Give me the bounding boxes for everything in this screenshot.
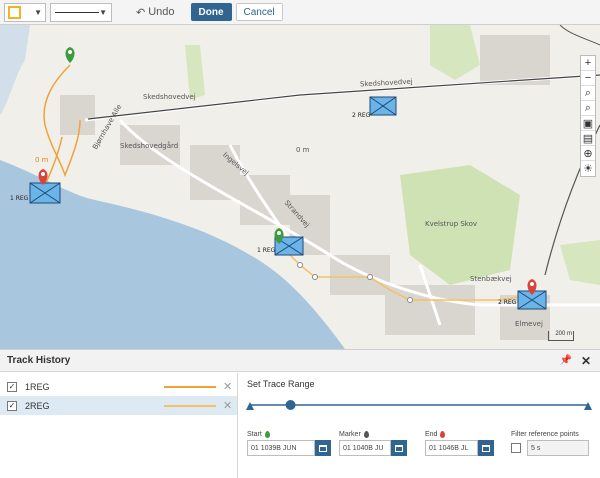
pin-icon[interactable]: 📌 [560, 355, 572, 366]
track-row[interactable]: ✓ 1REG ✕ [0, 377, 237, 396]
close-icon[interactable]: ✕ [581, 354, 591, 368]
drawing-toolbar: ▼ ▼ ↶ Undo Done Cancel [0, 0, 600, 25]
unit-symbol-2reg-top [369, 96, 397, 116]
range-end-handle [584, 402, 592, 410]
distance-label: 0 m [35, 156, 49, 164]
calendar-icon[interactable] [391, 440, 407, 456]
track-row[interactable]: ✓ 2REG ✕ [0, 396, 237, 415]
filter-field-group: Filter reference points 5 s [511, 430, 589, 456]
start-pin-icon [264, 430, 270, 438]
place-label: Skedshovedgård [120, 142, 179, 150]
color-selector[interactable]: ▼ [4, 2, 46, 22]
road-label: Skedshovedvej [143, 93, 196, 101]
filter-interval-input[interactable]: 5 s [527, 440, 589, 456]
undo-label: Undo [148, 6, 175, 18]
end-time-input[interactable]: 01 1046B JL [425, 440, 478, 456]
chevron-down-icon: ▼ [99, 7, 107, 17]
track-checkbox[interactable]: ✓ [7, 400, 17, 411]
track-color-line [164, 404, 216, 407]
rail-line-2 [559, 25, 600, 46]
panel-title: Track History [7, 355, 71, 366]
unit-label: 2 REG [352, 112, 371, 119]
range-start-handle [246, 402, 254, 410]
elevation-label: 0 m [296, 146, 310, 154]
road-label: Stenbækvej [470, 275, 512, 283]
undo-button[interactable]: ↶ Undo [132, 6, 179, 19]
track-checkbox[interactable]: ✓ [7, 381, 17, 392]
remove-track-icon[interactable]: ✕ [223, 380, 232, 393]
sea-area-top [0, 25, 30, 115]
undo-icon: ↶ [136, 6, 146, 19]
fit-view-icon[interactable]: ▣ [581, 116, 595, 131]
forest-area [185, 45, 205, 100]
track-name: 1REG [25, 381, 50, 392]
start-label: Start [247, 430, 262, 438]
zoom-area-icon[interactable]: ⌕ [581, 86, 595, 101]
line-sample [55, 11, 99, 13]
calendar-icon[interactable] [315, 440, 331, 456]
marker-label: Marker [339, 430, 361, 438]
done-button[interactable]: Done [190, 3, 232, 21]
brightness-icon[interactable]: ☀ [581, 161, 595, 176]
road-label: Elmevej [515, 320, 543, 328]
forest-area [560, 240, 600, 285]
zoom-out-icon[interactable]: − [581, 71, 595, 86]
end-label: End [425, 430, 438, 438]
filter-label: Filter reference points [511, 430, 579, 438]
scale-bar: 200 m [548, 331, 574, 341]
chevron-down-icon: ▼ [34, 7, 42, 17]
end-pin-icon [440, 430, 446, 438]
start-pin-icon [65, 47, 75, 63]
place-label: Kvelstrup Skov [425, 220, 478, 228]
calendar-icon[interactable] [478, 440, 494, 456]
remove-track-icon[interactable]: ✕ [223, 399, 232, 412]
track-history-panel: Track History 📌 ✕ ✓ 1REG ✕ ✓ 2REG ✕ Set … [0, 349, 600, 478]
zoom-out-area-icon[interactable]: ⌕ [581, 101, 595, 116]
unit-symbol-1reg [29, 182, 61, 204]
zoom-in-icon[interactable]: + [581, 56, 595, 71]
trace-range-section: Set Trace Range Start 01 1039B JUN Marke… [239, 373, 600, 478]
track-list: ✓ 1REG ✕ ✓ 2REG ✕ [0, 373, 238, 478]
unit-label: 2 REG [498, 299, 517, 306]
track-name: 2REG [25, 400, 50, 411]
end-field-group: End 01 1046B JL [425, 430, 494, 456]
start-time-input[interactable]: 01 1039B JUN [247, 440, 315, 456]
line-style-selector[interactable]: ▼ [50, 2, 112, 22]
map-view[interactable]: Skedshovedvej Skedshovedvej Skedshovedgå… [0, 25, 600, 349]
filter-checkbox[interactable] [511, 443, 521, 453]
range-marker-handle [285, 400, 296, 410]
globe-icon[interactable]: ⊕ [581, 146, 595, 161]
unit-label: 1 REG [257, 247, 276, 254]
marker-time-input[interactable]: 01 1040B JU [339, 440, 391, 456]
marker-pin-icon [363, 430, 369, 438]
trace-range-slider[interactable] [246, 399, 592, 411]
start-field-group: Start 01 1039B JUN [247, 430, 331, 456]
marker-field-group: Marker 01 1040B JU [339, 430, 407, 456]
forest-area [430, 25, 480, 80]
panel-header: Track History 📌 ✕ [0, 350, 600, 372]
layers-icon[interactable]: ▤ [581, 131, 595, 146]
cancel-button[interactable]: Cancel [235, 3, 283, 21]
track-color-line [164, 385, 216, 388]
trace-range-title: Set Trace Range [247, 379, 315, 389]
color-swatch [8, 5, 21, 19]
map-controls: + − ⌕ ⌕ ▣ ▤ ⊕ ☀ [580, 55, 596, 177]
unit-label: 1 REG [10, 195, 29, 202]
